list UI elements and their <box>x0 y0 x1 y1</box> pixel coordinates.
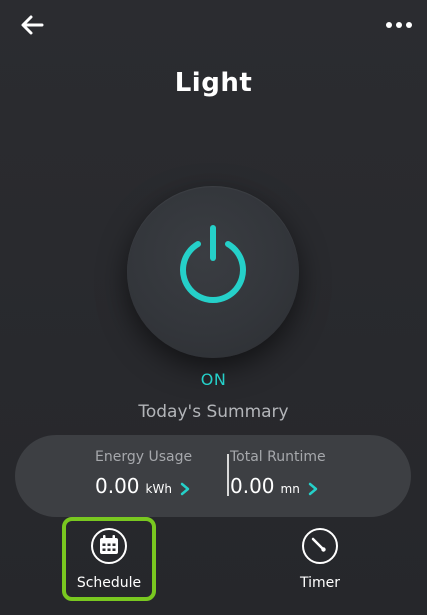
power-toggle-button[interactable] <box>127 186 299 358</box>
more-options-button[interactable] <box>385 12 413 38</box>
summary-card: Energy Usage 0.00 kWh Total Runtime 0.00… <box>15 435 411 517</box>
chevron-right-icon <box>180 482 190 496</box>
chevron-right-icon <box>308 482 318 496</box>
summary-divider <box>227 454 229 496</box>
page-title: Light <box>174 68 253 98</box>
total-runtime-unit: mn <box>280 482 300 496</box>
power-icon <box>180 225 246 303</box>
timer-icon <box>302 528 338 564</box>
total-runtime-label: Total Runtime <box>230 449 326 465</box>
more-horizontal-icon <box>386 22 412 28</box>
schedule-label: Schedule <box>76 575 142 591</box>
back-button[interactable] <box>18 12 46 38</box>
energy-usage-unit: kWh <box>145 482 172 496</box>
total-runtime-value: 0.00 <box>230 474 275 498</box>
energy-usage-value: 0.00 <box>95 474 140 498</box>
calendar-icon <box>91 528 127 564</box>
timer-button[interactable]: Timer <box>275 517 365 597</box>
summary-title: Today's Summary <box>138 402 289 422</box>
total-runtime-stat[interactable]: Total Runtime 0.00 mn <box>230 449 390 498</box>
top-bar <box>0 0 427 50</box>
schedule-button[interactable]: Schedule <box>62 517 156 601</box>
arrow-left-icon <box>21 15 44 35</box>
power-status: ON <box>200 370 227 389</box>
timer-label: Timer <box>299 575 341 591</box>
